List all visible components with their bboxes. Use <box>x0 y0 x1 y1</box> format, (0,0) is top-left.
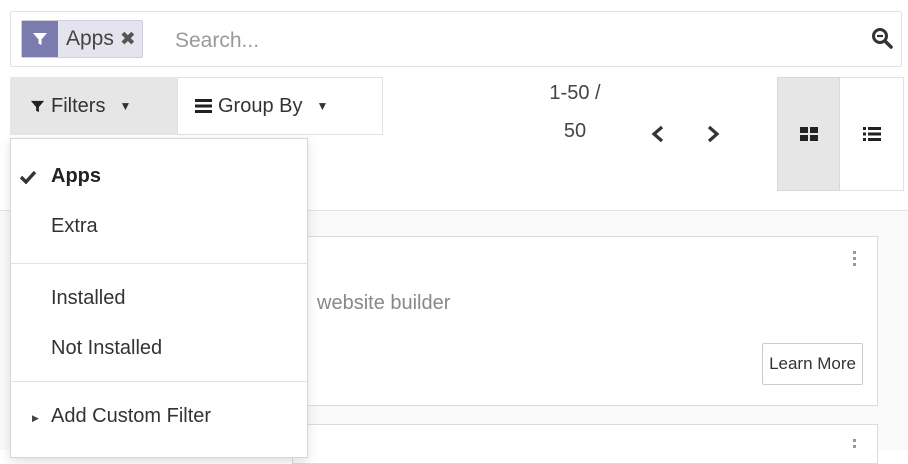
chevron-right-icon[interactable] <box>706 118 720 150</box>
kanban-grid-icon <box>799 127 818 141</box>
search-bar: Apps ✖ <box>10 11 902 67</box>
group-by-button[interactable]: Group By ▼ <box>177 77 383 135</box>
pager-range[interactable]: 1-50 / <box>540 74 610 112</box>
filters-label: Filters <box>51 94 106 117</box>
caret-right-icon: ▶ <box>32 413 39 423</box>
filter-item-extra[interactable]: Extra <box>51 215 98 238</box>
app-card[interactable] <box>292 424 878 464</box>
filters-button[interactable]: Filters ▼ <box>10 77 177 135</box>
facet-label: Apps <box>66 27 114 50</box>
add-custom-filter-toggle[interactable]: Add Custom Filter <box>51 405 211 428</box>
filter-icon <box>22 21 58 57</box>
filter-item-apps[interactable]: Apps <box>51 165 101 188</box>
caret-down-icon: ▼ <box>316 99 329 113</box>
kanban-view-button[interactable] <box>777 77 840 191</box>
search-icon[interactable] <box>871 27 893 54</box>
close-icon[interactable]: ✖ <box>120 28 142 51</box>
list-view-button[interactable] <box>840 77 904 191</box>
app-card[interactable]: website builder Learn More <box>292 236 878 406</box>
menu-divider <box>11 381 307 382</box>
list-view-icon <box>862 127 881 141</box>
caret-down-icon: ▼ <box>119 99 132 113</box>
pager-value[interactable]: 1-50 / 50 <box>540 74 610 150</box>
card-menu-icon[interactable] <box>853 439 857 451</box>
check-icon <box>19 167 37 190</box>
filter-item-installed[interactable]: Installed <box>51 287 126 310</box>
pager-limit: 50 <box>563 120 587 142</box>
learn-more-button[interactable]: Learn More <box>762 343 863 385</box>
menu-divider <box>11 263 307 264</box>
search-input[interactable] <box>173 26 817 56</box>
filters-dropdown-menu: Apps Extra Installed Not Installed ▶ Add… <box>10 138 308 458</box>
chevron-left-icon[interactable] <box>651 118 665 150</box>
search-facet: Apps ✖ <box>21 20 143 58</box>
filter-item-not-installed[interactable]: Not Installed <box>51 337 162 360</box>
group-by-label: Group By <box>218 94 303 117</box>
card-menu-icon[interactable] <box>853 251 857 269</box>
filter-icon <box>30 99 45 114</box>
app-card-description: website builder <box>317 292 451 314</box>
list-lines-icon <box>195 99 212 113</box>
